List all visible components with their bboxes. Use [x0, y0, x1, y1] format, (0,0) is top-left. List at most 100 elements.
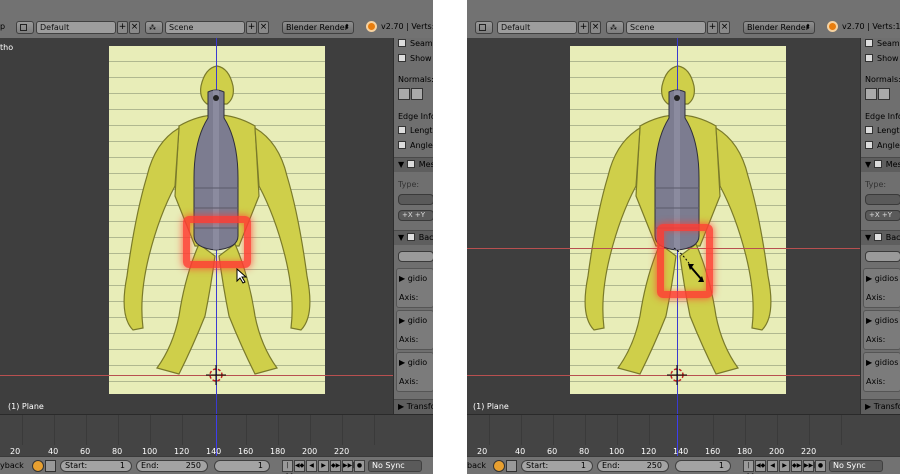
keying-icon[interactable]: [32, 460, 44, 472]
background-image-item-2[interactable]: ▶ gidios Axis:: [863, 310, 900, 350]
record-button[interactable]: ●: [354, 460, 365, 472]
sync-mode-dropdown[interactable]: No Sync: [829, 460, 883, 472]
background-image-item-1[interactable]: ▶ gidios Axis:: [863, 268, 900, 308]
next-keyframe-button[interactable]: ◆▶: [330, 460, 341, 472]
next-keyframe-button[interactable]: ◆▶: [791, 460, 802, 472]
jump-end-button[interactable]: ▶▶|: [342, 460, 354, 472]
layout-selector-button[interactable]: [475, 21, 493, 34]
lock-icon[interactable]: [45, 460, 56, 472]
type-dropdown[interactable]: [865, 194, 900, 205]
end-label: End:: [602, 461, 620, 470]
axis-label: Axis:: [866, 377, 886, 386]
sync-mode-dropdown[interactable]: No Sync: [368, 460, 422, 472]
seams-checkbox[interactable]: Seams: [865, 39, 900, 48]
end-frame-field[interactable]: End: 250: [597, 460, 669, 472]
playback-menu[interactable]: yback: [0, 461, 24, 470]
transform-section-header[interactable]: ▶ Transfor: [861, 399, 900, 414]
jump-start-button[interactable]: |◀◀: [282, 460, 293, 474]
vertex-normal-icon[interactable]: [865, 88, 877, 100]
3d-cursor-icon: [667, 365, 687, 385]
scene-selector-button[interactable]: ⁂: [145, 21, 163, 34]
timeline[interactable]: 20 40 60 80 100 120 140 160 180 200 220: [467, 414, 900, 457]
normals-buttons[interactable]: [865, 88, 890, 102]
x-axis-button[interactable]: +X: [869, 211, 880, 219]
add-image-button[interactable]: [865, 251, 900, 262]
jump-start-button[interactable]: |◀◀: [743, 460, 754, 474]
layout-selector-button[interactable]: [16, 21, 34, 34]
y-axis-button[interactable]: +Y: [882, 211, 892, 219]
add-scene-button[interactable]: +: [707, 21, 718, 34]
remove-layout-button[interactable]: ×: [590, 21, 601, 34]
timeline[interactable]: 20 40 60 80 100 120 140 160 180 200 220: [0, 414, 433, 457]
background-image-item-1[interactable]: ▶ gidio Axis:: [396, 268, 433, 308]
angle-checkbox[interactable]: Angle: [398, 141, 433, 150]
current-frame-field[interactable]: 1: [214, 460, 270, 472]
playback-menu[interactable]: back: [467, 461, 486, 470]
record-button[interactable]: ●: [815, 460, 826, 472]
mesh-section-header[interactable]: ▼ Mesh: [861, 157, 900, 172]
normals-buttons[interactable]: [398, 88, 423, 102]
play-icon: ▶: [321, 462, 326, 469]
remove-scene-button[interactable]: ×: [719, 21, 730, 34]
info-header: Default + × ⁂ Scene + × Blender Render ⬍…: [467, 0, 900, 39]
play-button[interactable]: ▶: [318, 460, 329, 472]
show-checkbox[interactable]: Show: [865, 54, 899, 63]
type-dropdown[interactable]: [398, 194, 433, 205]
y-axis-button[interactable]: +Y: [415, 211, 425, 219]
image-name-label: gidios: [874, 274, 899, 283]
add-layout-button[interactable]: +: [578, 21, 589, 34]
start-frame-field[interactable]: Start: 1: [521, 460, 593, 472]
prev-keyframe-icon: ◀◆: [295, 462, 305, 469]
end-frame-field[interactable]: End: 250: [136, 460, 208, 472]
current-frame-field[interactable]: 1: [675, 460, 731, 472]
vertex-normal-icon[interactable]: [398, 88, 410, 100]
face-normal-icon[interactable]: [411, 88, 423, 100]
face-normal-icon[interactable]: [878, 88, 890, 100]
axis-buttons[interactable]: +X +Y: [865, 210, 900, 221]
show-checkbox[interactable]: Show: [398, 54, 432, 63]
transform-section-header[interactable]: ▶ Transfo: [394, 399, 433, 414]
remove-layout-button[interactable]: ×: [129, 21, 140, 34]
play-button[interactable]: ▶: [779, 460, 790, 472]
scene-name-field[interactable]: Scene: [165, 21, 245, 34]
add-scene-button[interactable]: +: [246, 21, 257, 34]
keying-icon[interactable]: [493, 460, 505, 472]
mesh-section-title: ▼ Mesh: [865, 160, 900, 169]
length-checkbox[interactable]: Length: [398, 126, 433, 135]
layout-name-field[interactable]: Default: [497, 21, 577, 34]
plus-icon: +: [118, 22, 127, 32]
3d-viewport[interactable]: (1) Plane: [467, 38, 860, 414]
scene-selector-button[interactable]: ⁂: [606, 21, 624, 34]
render-engine-dropdown[interactable]: Blender Render ⬍: [743, 21, 815, 34]
start-frame-field[interactable]: Start: 1: [60, 460, 132, 472]
render-engine-dropdown[interactable]: Blender Render ⬍: [282, 21, 354, 34]
background-image-item-3[interactable]: ▶ gidio Axis:: [396, 352, 433, 392]
help-menu-fragment[interactable]: p: [0, 22, 5, 31]
background-section-header[interactable]: ▼ Back: [861, 230, 900, 245]
background-section-header[interactable]: ▼ Back: [394, 230, 433, 245]
mesh-section-header[interactable]: ▼ Mesh: [394, 157, 433, 172]
play-reverse-button[interactable]: ◀: [767, 460, 778, 472]
background-image-item-2[interactable]: ▶ gidio Axis:: [396, 310, 433, 350]
timeline-gridline: [521, 415, 522, 445]
prev-keyframe-button[interactable]: ◀◆: [755, 460, 766, 472]
add-layout-button[interactable]: +: [117, 21, 128, 34]
seams-checkbox[interactable]: Seams: [398, 39, 433, 48]
add-image-button[interactable]: [398, 251, 433, 262]
remove-scene-button[interactable]: ×: [258, 21, 269, 34]
jump-end-button[interactable]: ▶▶|: [803, 460, 815, 472]
jump-start-icon: |◀◀: [283, 462, 292, 474]
layout-name-field[interactable]: Default: [36, 21, 116, 34]
3d-viewport[interactable]: tho (1) Plane: [0, 38, 393, 414]
axis-buttons[interactable]: +X +Y: [398, 210, 433, 221]
angle-checkbox[interactable]: Angle: [865, 141, 900, 150]
scene-name-field[interactable]: Scene: [626, 21, 706, 34]
type-label: Type:: [398, 180, 420, 189]
length-checkbox[interactable]: Length: [865, 126, 900, 135]
x-axis-button[interactable]: +X: [402, 211, 413, 219]
play-reverse-button[interactable]: ◀: [306, 460, 317, 472]
prev-keyframe-button[interactable]: ◀◆: [294, 460, 305, 472]
lock-icon[interactable]: [506, 460, 517, 472]
background-image-item-3[interactable]: ▶ gidios Axis:: [863, 352, 900, 392]
info-header: p Default + × ⁂ Scene + × Blender Render…: [0, 0, 433, 39]
